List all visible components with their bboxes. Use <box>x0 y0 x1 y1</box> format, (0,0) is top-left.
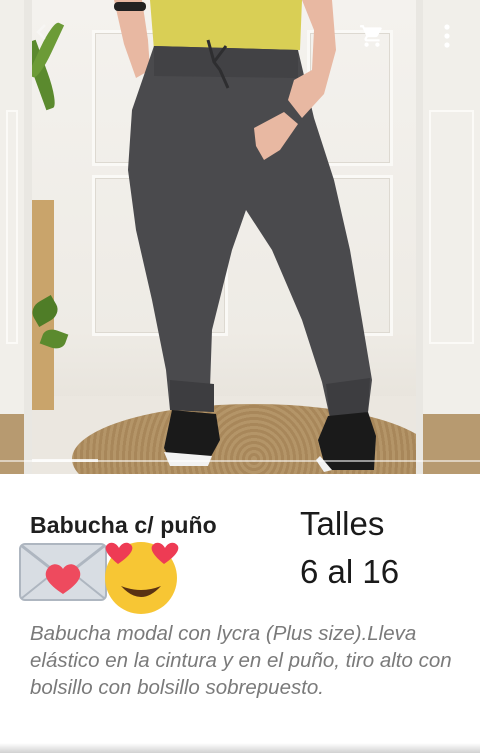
sizes-range: 6 al 16 <box>300 553 400 590</box>
heart-eyes-emoji <box>105 542 179 614</box>
next-product-photo[interactable] <box>423 0 480 474</box>
rug <box>423 414 480 474</box>
wall-panel <box>6 110 18 344</box>
emoji-decoration <box>19 542 179 614</box>
previous-product-photo[interactable] <box>0 0 24 474</box>
sizes-label: Talles <box>300 505 385 542</box>
love-letter-emoji <box>19 543 107 601</box>
more-vert-icon[interactable] <box>431 20 463 52</box>
product-image-carousel[interactable] <box>0 0 480 474</box>
cart-icon[interactable] <box>356 20 388 52</box>
wall-panel <box>429 110 474 344</box>
scroll-shadow <box>0 743 480 753</box>
product-sizes: Talles 6 al 16 <box>300 500 399 596</box>
product-photo[interactable] <box>32 0 416 474</box>
back-arrow-icon[interactable] <box>32 22 52 42</box>
product-title: Babucha c/ puño <box>30 512 217 538</box>
model-wearing-pants <box>114 0 376 472</box>
carousel-indicator <box>32 459 98 462</box>
rug <box>0 414 24 474</box>
product-description: Babucha modal con lycra (Plus size).Llev… <box>30 622 452 699</box>
product-info: Babucha c/ puño Talles 6 al 16 Babucha m… <box>0 474 480 753</box>
